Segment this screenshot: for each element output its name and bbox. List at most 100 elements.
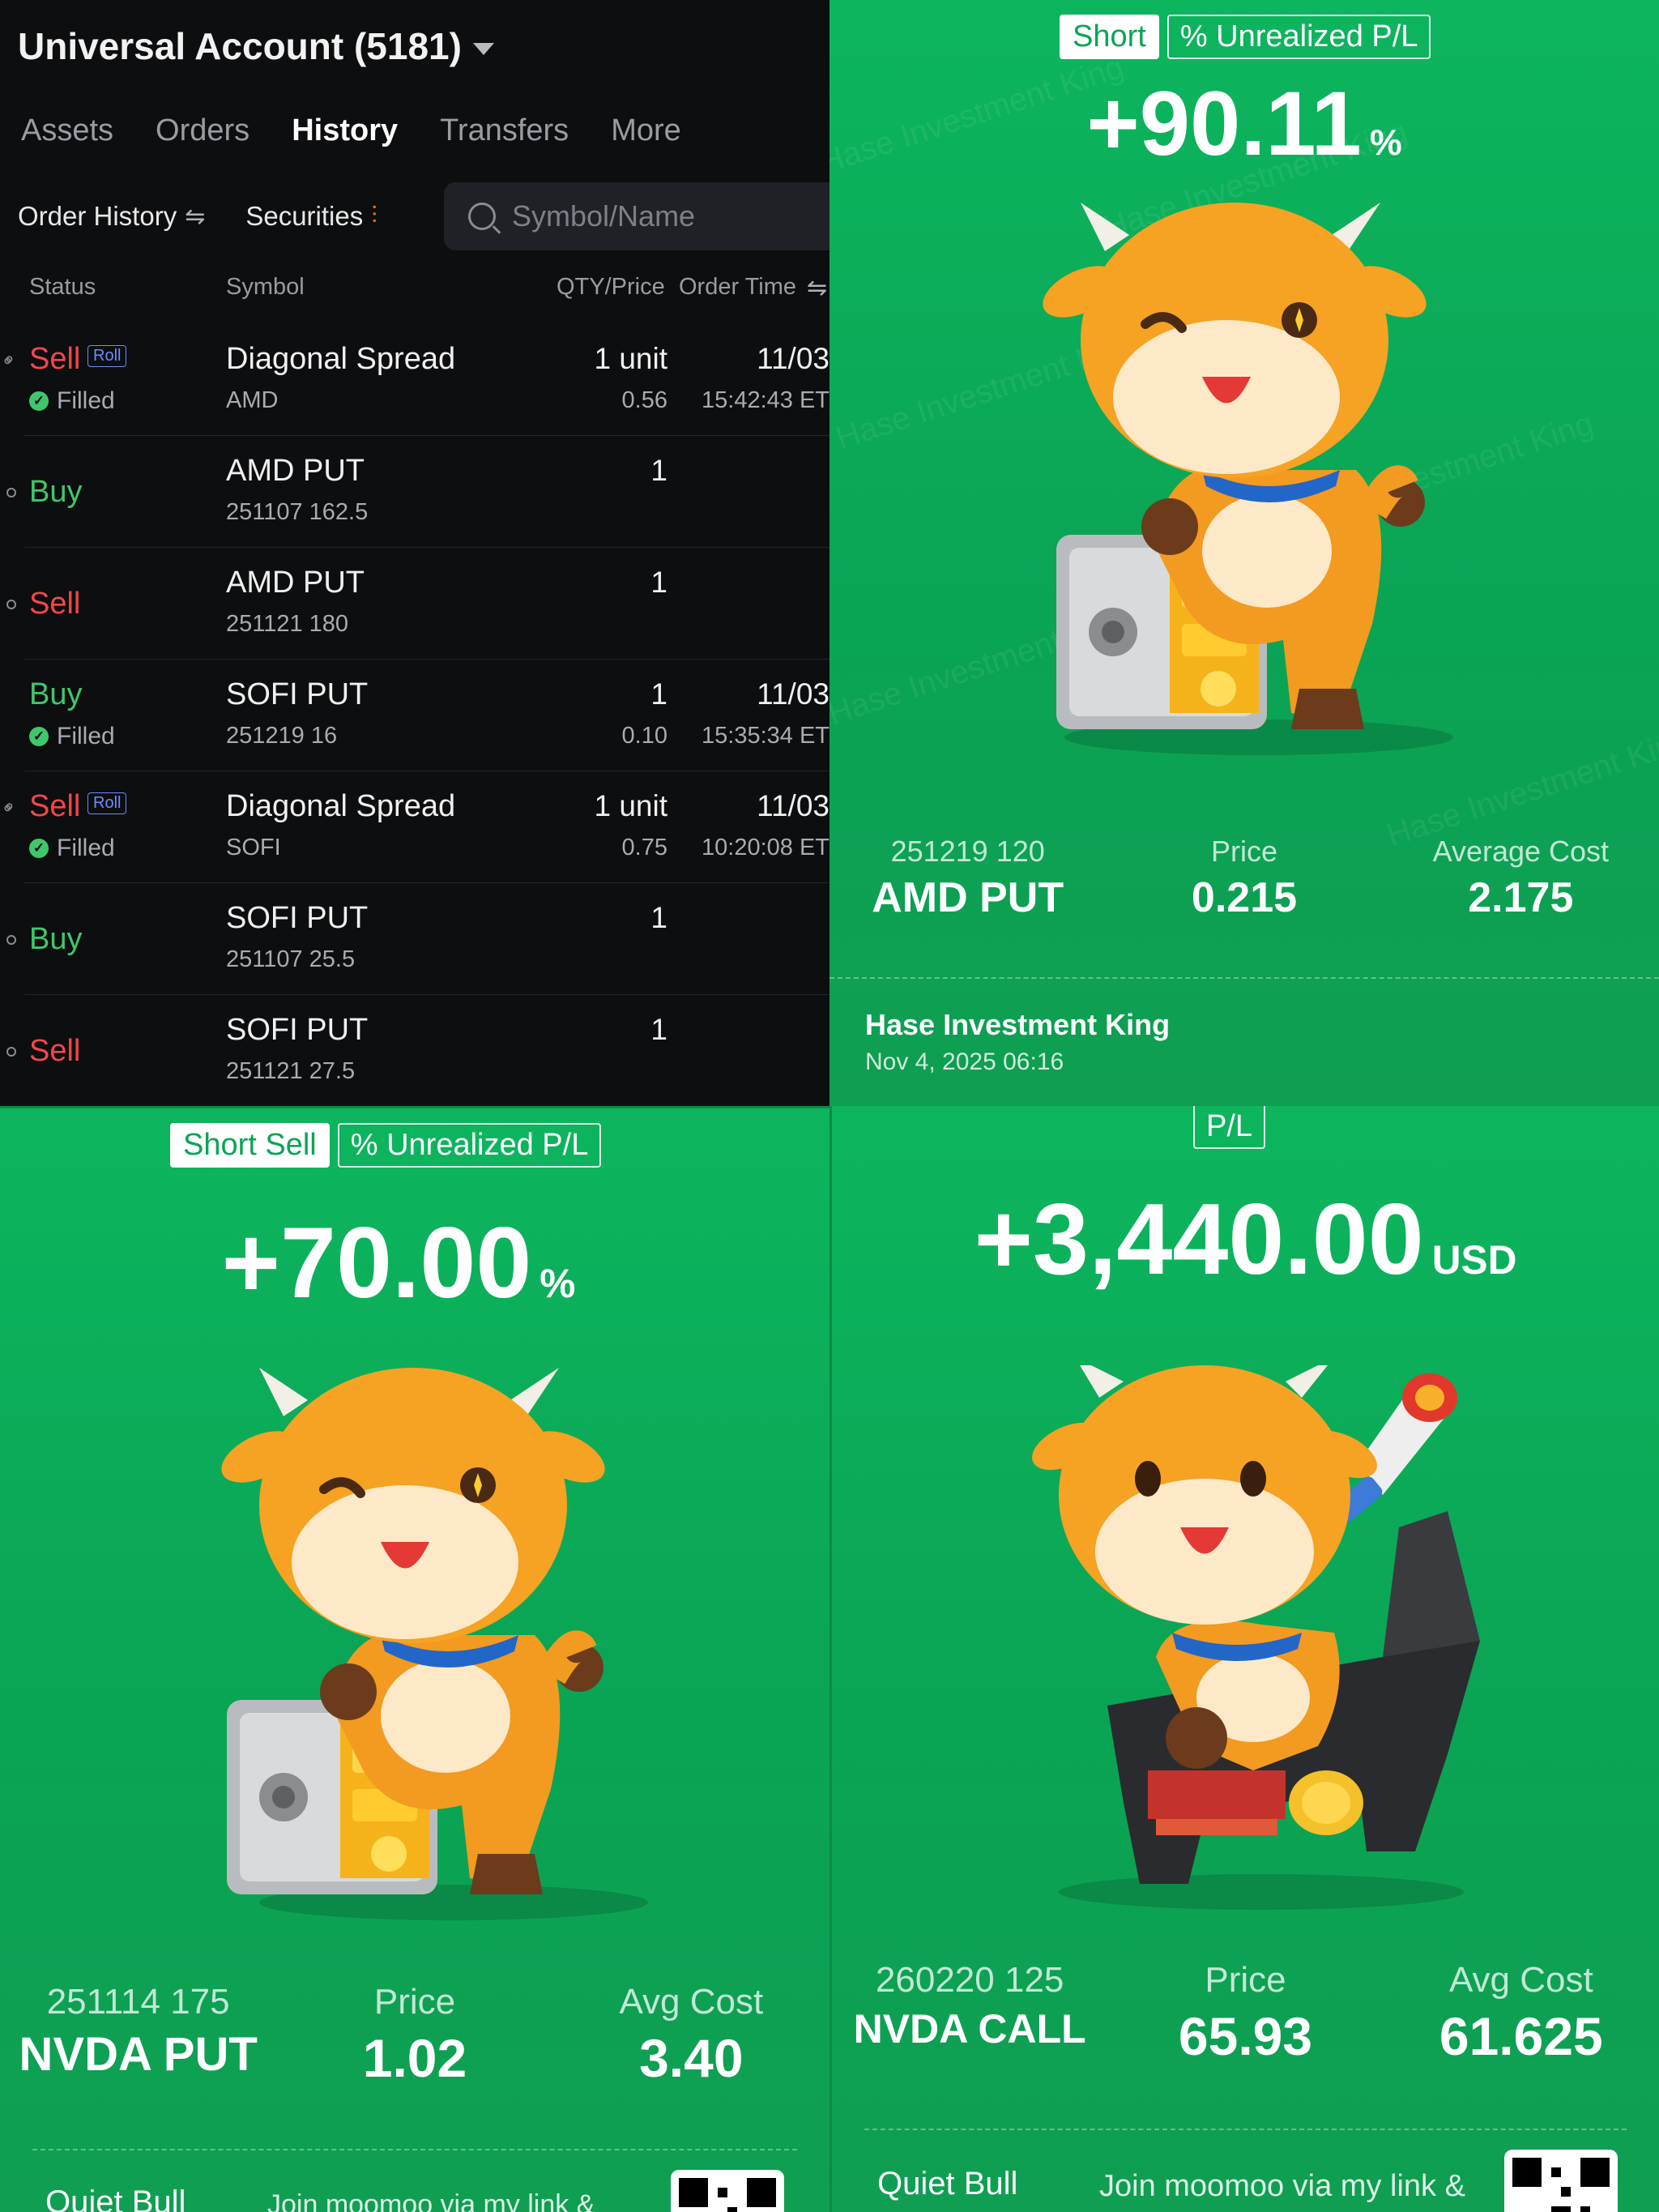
pl-number: +90.11 (1086, 73, 1362, 174)
order-qty: 1 (650, 677, 667, 711)
contract-stat: 251114 175 NVDA PUT (0, 1982, 276, 2089)
order-side: Sell (29, 342, 81, 376)
order-price: 0.75 (621, 835, 667, 860)
order-symbol: Diagonal Spread (226, 789, 456, 823)
contract-symbol: AMD PUT (872, 874, 1064, 921)
roll-badge: Roll (87, 345, 127, 367)
tab-history[interactable]: History (292, 113, 398, 148)
order-row[interactable]: Buy SOFI PUT 251107 25.5 1 (6, 883, 830, 995)
price-stat: Price 65.93 (1107, 1960, 1383, 2067)
order-row[interactable]: Sell SOFI PUT 251121 27.5 1 (6, 995, 830, 1106)
check-circle-icon: ✓ (29, 727, 49, 746)
pl-number: +3,440.00 (974, 1184, 1424, 1296)
tab-orders[interactable]: Orders (156, 113, 249, 148)
metric-badge: % Unrealized P/L (337, 1123, 602, 1168)
order-status: ✓ Filled (29, 835, 115, 862)
link-icon: ⚭ (0, 348, 22, 374)
price-label: Price (373, 1982, 456, 2022)
order-contract: 251107 25.5 (226, 946, 356, 972)
column-order-time[interactable]: Order Time (679, 274, 796, 301)
price-value: 0.215 (1191, 874, 1298, 921)
cost-value: 2.175 (1468, 874, 1574, 921)
pl-value: +70.00% (0, 1206, 830, 1321)
order-history-label: Order History (18, 201, 177, 231)
order-symbol: Diagonal Spread (226, 342, 456, 376)
order-row[interactable]: Buy ✓ Filled SOFI PUT 251219 16 1 0.10 11/03 15:… (24, 660, 830, 771)
order-row[interactable]: Sell AMD PUT 251121 180 1 (6, 548, 830, 660)
filter-bar: Order History ⇋ Securities ⫶ Symbol/Name (18, 182, 830, 250)
pl-value: +90.11% (830, 71, 1659, 176)
dashed-divider (864, 2129, 1627, 2130)
tab-transfers[interactable]: Transfers (440, 113, 569, 148)
contract-code: 251114 175 (46, 1982, 230, 2022)
order-status: ✓ Filled (29, 723, 115, 750)
price-value: 65.93 (1178, 2006, 1313, 2066)
order-contract: 251121 27.5 (226, 1058, 356, 1084)
order-row[interactable]: Buy AMD PUT 251107 162.5 1 (6, 436, 830, 548)
roll-badge: Roll (87, 792, 127, 814)
column-qty-price: QTY/Price (557, 274, 665, 300)
tab-assets[interactable]: Assets (21, 113, 113, 148)
contract-symbol: NVDA PUT (19, 2028, 258, 2081)
position-stats: 251114 175 NVDA PUT Price 1.02 Avg Cost … (0, 1982, 830, 2089)
qr-code[interactable] (671, 2170, 784, 2212)
cost-value: 3.40 (639, 2028, 744, 2088)
order-contract: 251121 180 (226, 611, 349, 637)
post-date: Nov 4, 2025 06:16 (865, 1048, 1064, 1075)
contract-stat: 251219 120 AMD PUT (830, 835, 1106, 922)
check-circle-icon: ✓ (29, 839, 49, 858)
order-row[interactable]: Sell Roll ✓ Filled ⚭ Diagonal Spread AMD 1 unit… (0, 324, 830, 436)
account-title: Universal Account (5181) (18, 25, 462, 67)
pl-unit: % (539, 1261, 576, 1306)
sort-icon[interactable]: ⇋ (807, 274, 827, 302)
swap-icon: ⇋ (185, 203, 206, 230)
order-row[interactable]: Sell Roll ✓ Filled ⚭ Diagonal Spread SOFI 1 uni… (0, 771, 830, 883)
order-contract: SOFI (226, 835, 281, 860)
price-label: Price (1205, 1960, 1286, 2000)
account-selector[interactable]: Universal Account (5181) (18, 24, 494, 68)
contract-code: 251219 120 (890, 835, 1045, 868)
leg-connector-dot (6, 935, 16, 945)
share-card-amd-put: Hase Investment King Hase Investment Kin… (830, 0, 1659, 1106)
filter-sliders-icon: ⫶ (371, 203, 377, 229)
order-qty: 1 unit (594, 342, 667, 375)
order-side: Buy (29, 677, 83, 711)
chevron-down-icon (472, 43, 494, 56)
search-placeholder: Symbol/Name (512, 199, 696, 233)
leg-connector-dot (6, 488, 16, 497)
link-icon: ⚭ (0, 795, 22, 821)
order-date: 11/03 (757, 342, 830, 375)
dashed-divider (830, 977, 1659, 979)
search-icon (468, 203, 496, 230)
tab-more[interactable]: More (611, 113, 681, 148)
order-time: 15:35:34 ET (702, 723, 830, 749)
pl-unit: % (1369, 122, 1402, 163)
author-name: Hase Investment King (865, 1008, 1171, 1041)
qr-code-icon (679, 2178, 776, 2212)
securities-filter[interactable]: Securities ⫶ (245, 201, 377, 232)
pl-value: +3,440.00 USD (832, 1182, 1659, 1297)
pl-unit: USD (1431, 1237, 1517, 1283)
badge-group: Short % Unrealized P/L (1060, 15, 1431, 59)
order-status-label: Filled (57, 835, 115, 861)
metric-badge: P/L (1193, 1106, 1266, 1149)
order-side: Buy (29, 922, 83, 956)
qr-code-icon (1512, 2158, 1610, 2212)
cost-stat: Avg Cost 61.625 (1384, 1960, 1659, 2067)
referral-note: Join moomoo via my link & (267, 2189, 595, 2212)
search-input[interactable]: Symbol/Name (444, 182, 830, 250)
position-type-badge: Short (1060, 15, 1159, 59)
qr-code[interactable] (1504, 2150, 1618, 2212)
account-tabs: Assets Orders History Transfers More (21, 113, 681, 148)
order-history-filter[interactable]: Order History ⇋ (18, 201, 205, 232)
column-symbol: Symbol (226, 274, 305, 300)
order-date: 11/03 (757, 677, 830, 711)
bull-mascot-safe-illustration (1043, 203, 1453, 755)
order-time: 10:20:08 ET (702, 835, 830, 860)
share-card-nvda-call: P/L +3,440.00 USD 260220 125 NVDA CALL P… (830, 1106, 1659, 2212)
order-qty: 1 (650, 454, 667, 487)
order-qty: 1 unit (594, 789, 667, 822)
price-value: 1.02 (362, 2028, 467, 2088)
badge-group: Short Sell % Unrealized P/L (170, 1123, 602, 1168)
order-list: Sell Roll ✓ Filled ⚭ Diagonal Spread AMD 1 unit… (0, 324, 830, 1106)
